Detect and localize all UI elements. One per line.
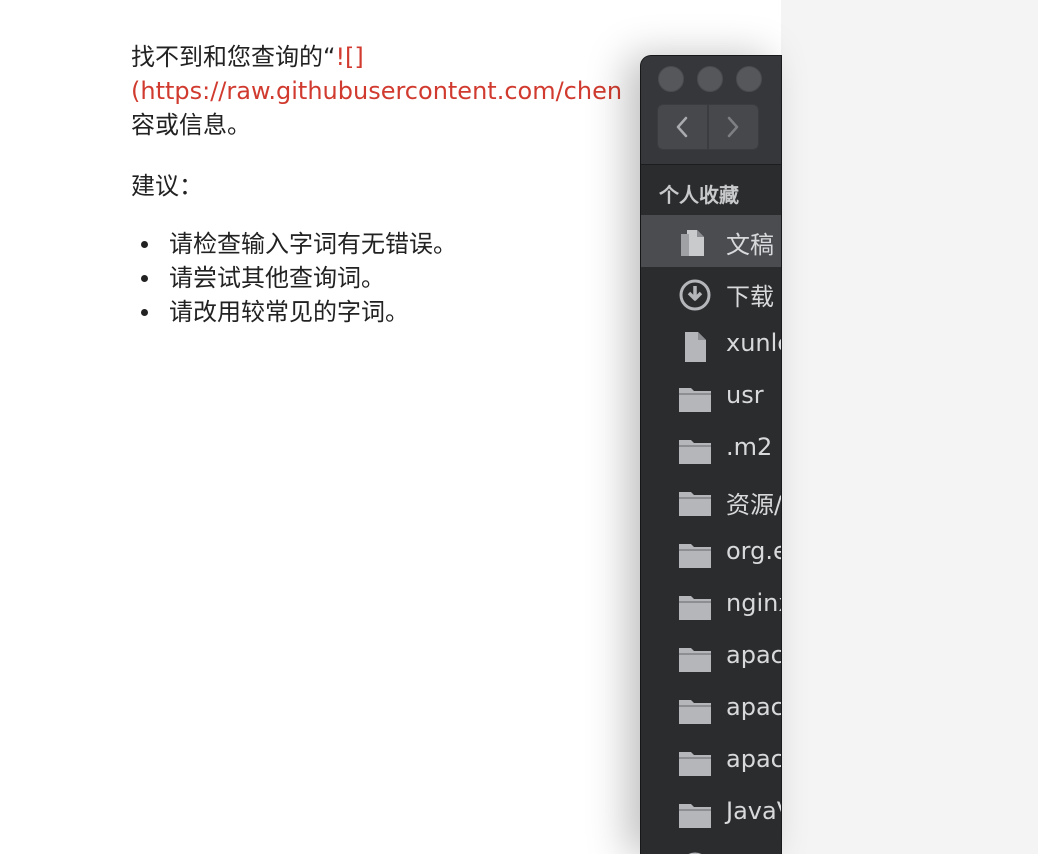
finder-window: 个人收藏 文稿 下载 xunle usr .m2 资源/ org.e — [641, 56, 781, 854]
suggestion-item: 请尝试其他查询词。 — [141, 261, 646, 295]
sidebar-item-label: nginx — [726, 589, 781, 617]
sidebar-item-documents[interactable]: 文稿 — [641, 215, 781, 267]
sidebar-item-m2[interactable]: .m2 — [641, 423, 781, 475]
folder-icon — [679, 804, 711, 828]
file-icon — [685, 332, 706, 362]
folder-icon — [679, 648, 711, 672]
finder-sidebar: 个人收藏 文稿 下载 xunle usr .m2 资源/ org.e — [641, 165, 781, 854]
minimize-window-button[interactable] — [697, 66, 723, 92]
message-prefix: 找不到和您查询的“ — [131, 43, 336, 71]
query-link-part-2[interactable]: (https://raw.githubusercontent.com/chen — [131, 77, 622, 105]
message-line-3: 容或信息。 — [131, 111, 251, 139]
sidebar-item-label: apac — [726, 641, 781, 669]
folder-icon — [679, 492, 711, 516]
zoom-window-button[interactable] — [736, 66, 762, 92]
message-line-1: 找不到和您查询的“![] — [131, 40, 646, 74]
sidebar-item-label: org.e — [726, 537, 781, 565]
folder-icon — [679, 544, 711, 568]
sidebar-item-resources[interactable]: 资源/ — [641, 475, 781, 527]
sidebar-item-downloads[interactable]: 下载 — [641, 267, 781, 319]
sidebar-item-label: .m2 — [726, 433, 773, 461]
suggestion-item: 请检查输入字词有无错误。 — [141, 227, 646, 261]
sidebar-item-label: 下载 — [726, 283, 774, 311]
suggestions-title: 建议： — [131, 172, 203, 200]
sidebar-item-apache-3[interactable]: apac — [641, 735, 781, 787]
sidebar-item-label: xunle — [726, 329, 781, 357]
sidebar-item-label: usr — [726, 381, 764, 409]
sidebar-item-label: apac — [726, 745, 781, 773]
forward-button[interactable] — [708, 104, 759, 150]
folder-icon — [679, 752, 711, 776]
search-result-message: 找不到和您查询的“![] (https://raw.githubusercont… — [131, 40, 646, 329]
favorites-section-title: 个人收藏 — [659, 183, 739, 207]
documents-icon — [681, 230, 704, 256]
back-button[interactable] — [657, 104, 708, 150]
sidebar-item-java[interactable]: JavaV — [641, 787, 781, 839]
download-icon — [679, 279, 711, 311]
sidebar-item-label: 文稿 — [726, 231, 774, 259]
suggestions-list: 请检查输入字词有无错误。 请尝试其他查询词。 请改用较常见的字词。 — [131, 227, 646, 329]
chevron-right-icon — [727, 116, 739, 138]
sidebar-item-label: JavaV — [726, 797, 781, 825]
sidebar-item-usr[interactable]: usr — [641, 371, 781, 423]
sidebar-item-label: 工作 — [726, 849, 774, 854]
sidebar-item-xunlei[interactable]: xunle — [641, 319, 781, 371]
folder-icon — [679, 388, 711, 412]
sidebar-item-work[interactable]: 工作 — [641, 839, 781, 854]
sidebar-item-apache-1[interactable]: apac — [641, 631, 781, 683]
folder-icon — [679, 700, 711, 724]
chevron-left-icon — [676, 116, 688, 138]
message-line-2: (https://raw.githubusercontent.com/chen — [131, 74, 646, 108]
sidebar-item-apache-2[interactable]: apac — [641, 683, 781, 735]
folder-icon — [679, 596, 711, 620]
sidebar-item-label: apac — [726, 693, 781, 721]
query-link-part-1[interactable]: ![] — [335, 43, 363, 71]
close-window-button[interactable] — [658, 66, 684, 92]
sidebar-item-nginx[interactable]: nginx — [641, 579, 781, 631]
suggestion-item: 请改用较常见的字词。 — [141, 295, 646, 329]
sidebar-item-label: 资源/ — [726, 491, 781, 519]
sidebar-item-org[interactable]: org.e — [641, 527, 781, 579]
finder-titlebar — [641, 56, 781, 165]
folder-icon — [679, 440, 711, 464]
background-panel — [781, 0, 1038, 854]
